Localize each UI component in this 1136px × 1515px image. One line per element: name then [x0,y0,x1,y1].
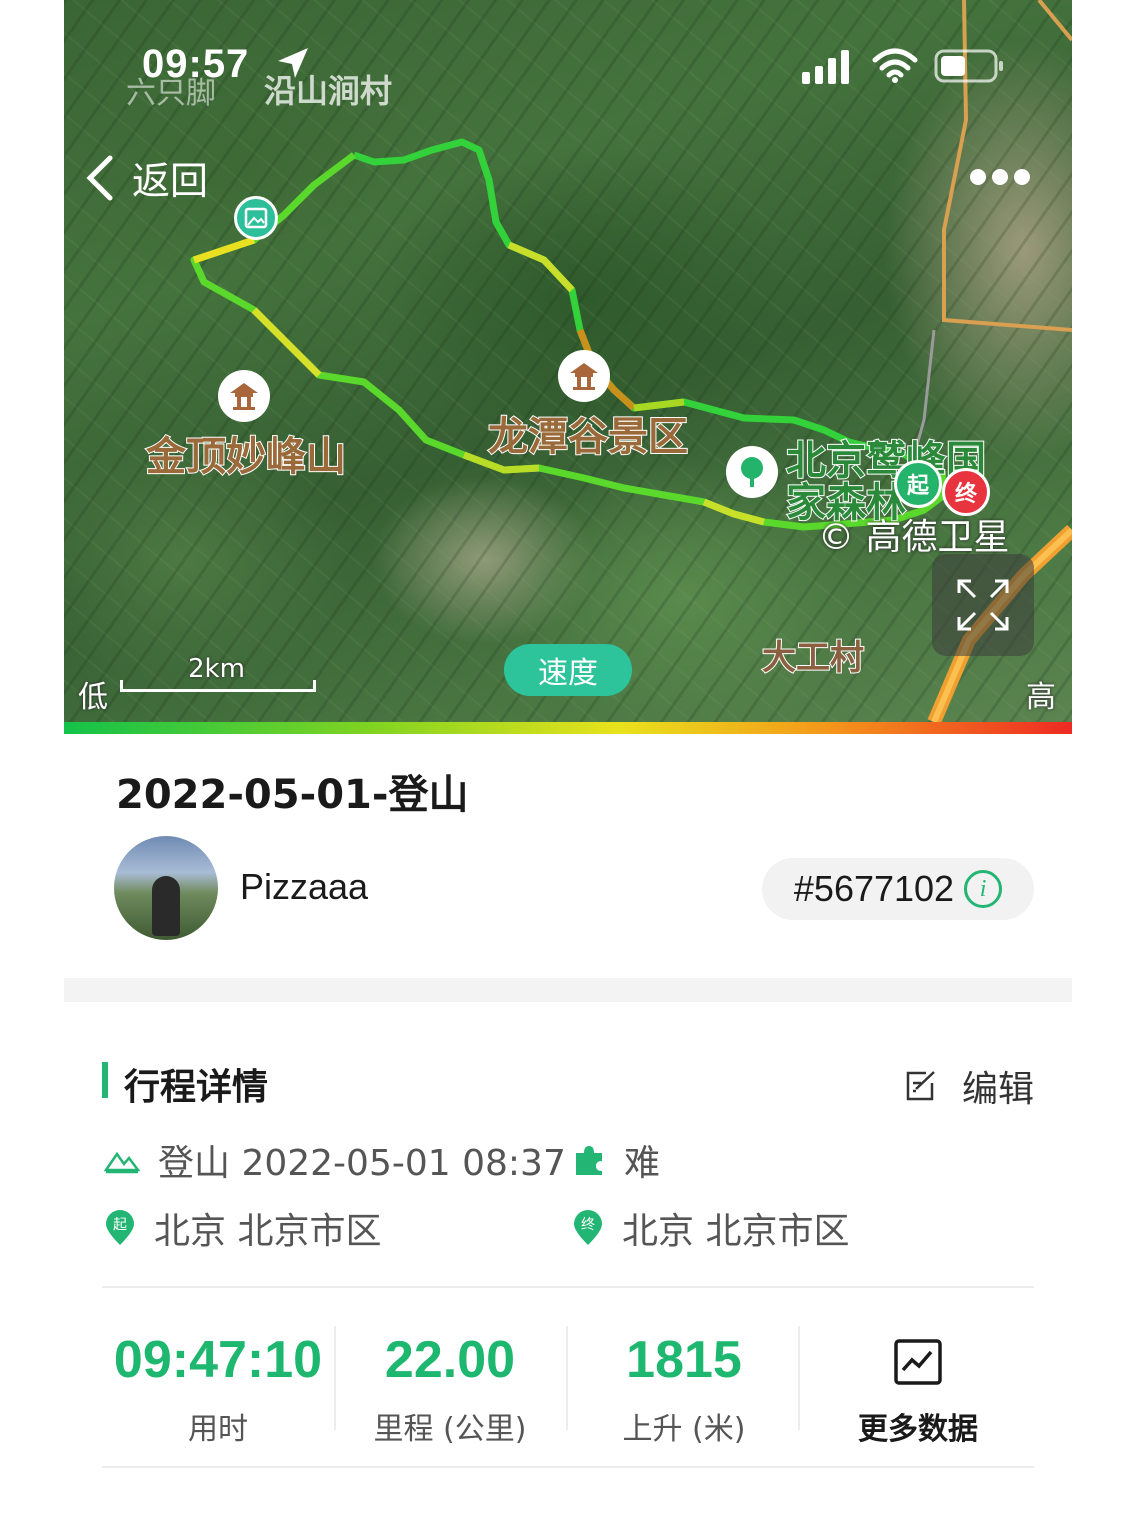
scenic-spot-pin-longtan[interactable] [558,350,610,402]
info-icon[interactable]: i [964,870,1003,908]
legend-high-label: 高 [1026,680,1056,715]
fullscreen-button[interactable] [932,554,1034,656]
avatar-figure [152,876,180,936]
puzzle-icon [576,1146,602,1175]
stat-duration-value: 09:47:10 [113,1331,323,1389]
stat-ascent: 1815 上升 (米) [568,1330,800,1448]
cellular-signal-icon [802,50,849,84]
map-label-jinding: 金顶妙峰山 [145,433,347,481]
map-copyright: © 高德卫星 [818,517,1010,558]
more-options-icon[interactable] [968,165,1032,189]
stat-distance-value: 22.00 [384,1331,516,1389]
stat-ascent-value: 1815 [626,1331,742,1389]
legend-low-label: 低 [78,680,108,715]
start-location-text: 北京 北京市区 [154,1211,382,1252]
map-label-dagong: 大工村 [761,637,865,679]
start-pin-icon: 起 [106,1210,134,1245]
edit-label: 编辑 [962,1069,1035,1110]
chevron-left-icon [86,155,113,200]
map-label-longtan: 龙潭谷景区 [487,413,689,461]
wifi-icon [872,48,918,83]
status-bar: 六只脚 09:57 沿山涧村 [64,38,1072,111]
activity-row: 登山 2022-05-01 08:37 [104,1134,566,1186]
trip-id-badge[interactable]: #5677102 i [762,858,1034,920]
stat-separator [798,1326,800,1430]
stat-distance-label: 里程 (公里) [373,1412,527,1447]
start-marker[interactable]: 起 [894,460,942,508]
stat-distance: 22.00 里程 (公里) [334,1330,566,1448]
trip-title: 2022-05-01-登山 [116,772,469,818]
line-chart-icon [894,1339,942,1385]
trip-id-text: #5677102 [793,868,955,909]
start-location-row: 起 北京 北京市区 [104,1202,381,1254]
back-button[interactable]: 返回 [84,150,208,205]
edit-button[interactable]: 编辑 [904,1060,1034,1112]
stat-ascent-label: 上升 (米) [622,1412,746,1447]
scenic-spot-pin-jinding[interactable] [218,370,270,422]
activity-text: 登山 2022-05-01 08:37 [158,1143,566,1184]
forest-park-pin[interactable] [726,446,778,498]
scale-bar [120,680,316,692]
back-label: 返回 [132,159,209,203]
end-pin-icon: 终 [574,1210,602,1245]
section-divider [64,978,1072,1002]
pavilion-icon [570,363,598,390]
difficulty-text: 难 [624,1143,661,1184]
more-data-button[interactable]: 更多数据 [818,1338,1018,1448]
section-accent-bar [102,1062,108,1098]
difficulty-row: 难 [572,1134,660,1186]
battery-icon [934,49,1003,83]
pavilion-icon [230,383,258,410]
location-arrow-icon [278,48,308,78]
end-location-text: 北京 北京市区 [622,1211,850,1252]
speed-mode-button[interactable]: 速度 [504,644,632,696]
svg-text:终: 终 [581,1217,595,1233]
divider-line [102,1286,1034,1288]
photo-pin[interactable] [234,196,278,240]
stat-duration: 09:47:10 用时 [102,1330,334,1448]
divider-line [102,1466,1034,1468]
svg-text:起: 起 [113,1217,127,1233]
status-time: 09:57 [142,42,250,86]
section-title: 行程详情 [124,1067,269,1108]
more-data-label: 更多数据 [858,1412,978,1447]
mountain-icon [104,1151,140,1174]
end-location-row: 终 北京 北京市区 [572,1202,849,1254]
speed-gradient-bar [64,722,1072,734]
avatar[interactable] [114,836,218,940]
tree-icon [741,457,763,487]
stat-duration-label: 用时 [188,1412,248,1447]
expand-icon [957,579,1009,631]
route-map[interactable]: 六只脚 09:57 沿山涧村 返回 金顶妙峰山 龙潭谷景区 北京鹫峰国 家森林 … [64,0,1072,722]
edit-icon [906,1071,935,1101]
username[interactable]: Pizzaaa [240,866,368,908]
image-icon [244,207,268,229]
